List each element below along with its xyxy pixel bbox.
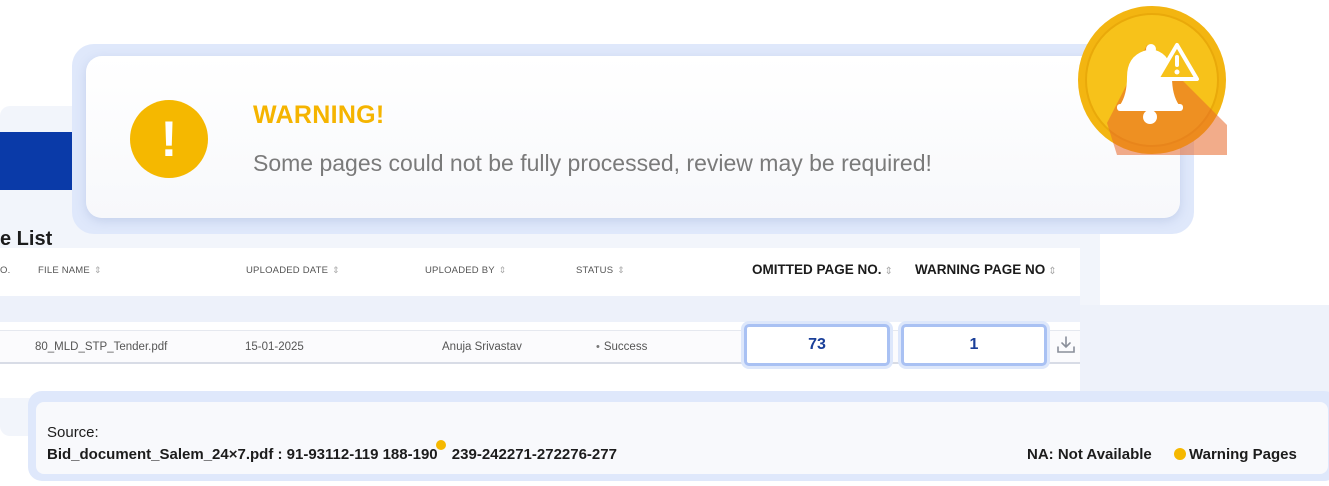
sort-icon[interactable]: ⇕: [94, 265, 102, 275]
table-stripe: [0, 296, 1080, 322]
legend-warning-pages: Warning Pages: [1189, 446, 1297, 463]
source-label: Source:: [47, 424, 99, 441]
column-header-uploaded-by[interactable]: UPLOADED BY ⇕: [425, 265, 507, 276]
cell-uploaded-by: Anuja Srivastav: [442, 341, 522, 353]
omitted-page-number: 73: [808, 336, 826, 353]
column-header-warning-page-no[interactable]: WARNING PAGE NO ⇕: [915, 262, 1057, 277]
source-pages: Bid_document_Salem_24×7.pdf : 91-93112-1…: [47, 440, 617, 463]
warning-message: Some pages could not be fully processed,…: [253, 150, 932, 176]
column-header-omitted-page-no[interactable]: OMITTED PAGE NO. ⇕: [752, 262, 893, 277]
warning-title: WARNING!: [253, 101, 385, 129]
download-icon[interactable]: [1056, 336, 1076, 354]
warning-icon: !: [130, 100, 208, 178]
column-header-file-name[interactable]: FILE NAME ⇕: [38, 265, 102, 276]
sort-icon[interactable]: ⇕: [332, 265, 340, 275]
cell-uploaded-date: 15-01-2025: [245, 341, 304, 353]
warning-page-number: 1: [969, 336, 979, 353]
omitted-page-number-box[interactable]: 73: [744, 324, 890, 366]
screen: e List O. FILE NAME ⇕ UPLOADED DATE ⇕ UPLO…: [0, 0, 1329, 486]
warning-dot-icon: [1174, 448, 1186, 460]
sort-icon[interactable]: ⇕: [885, 266, 893, 277]
column-header-no[interactable]: O.: [0, 265, 10, 276]
bell-alert-icon: [1078, 6, 1227, 155]
status-text: Success: [603, 341, 648, 353]
sort-icon[interactable]: ⇕: [1048, 266, 1056, 277]
sort-icon[interactable]: ⇕: [499, 265, 507, 275]
column-header-uploaded-date[interactable]: UPLOADED DATE ⇕: [246, 265, 340, 276]
source-pages-part-2: 239-242271-272276-277: [447, 446, 617, 463]
warning-page-number-box[interactable]: 1: [901, 324, 1047, 366]
cell-status: • Success: [596, 341, 647, 353]
source-panel: [36, 402, 1328, 474]
column-header-status[interactable]: STATUS ⇕: [576, 265, 625, 276]
legend-not-available: NA: Not Available: [1027, 446, 1152, 463]
cell-file-name: 80_MLD_STP_Tender.pdf: [35, 341, 168, 353]
status-bullet: •: [596, 341, 600, 353]
warning-card: [86, 56, 1180, 218]
sort-icon[interactable]: ⇕: [617, 265, 625, 275]
source-pages-part-1: Bid_document_Salem_24×7.pdf : 91-93112-1…: [47, 446, 438, 463]
warning-dot-icon: [435, 440, 446, 450]
